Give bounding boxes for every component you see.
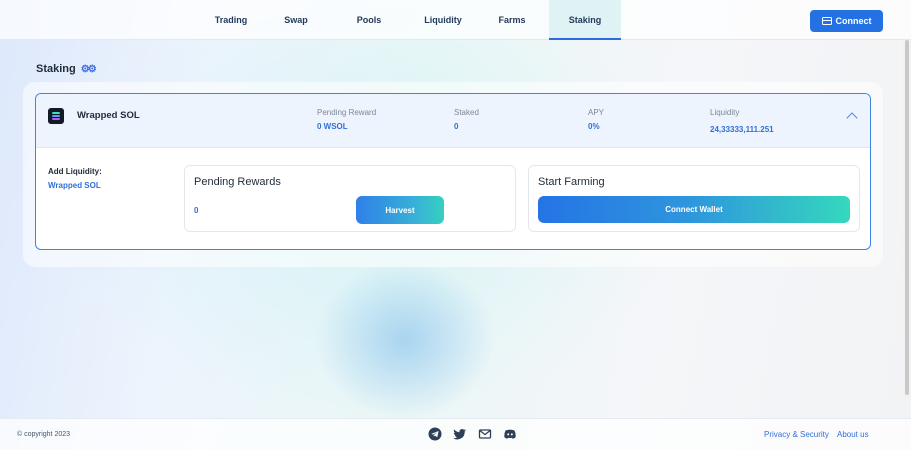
pending-reward-value: 0 WSOL [317, 122, 348, 131]
footer: © copyright 2023 Privacy & Security Abou… [0, 418, 911, 450]
privacy-security-link[interactable]: Privacy & Security [764, 430, 829, 439]
twitter-icon[interactable] [453, 427, 467, 441]
apy-value: 0% [588, 122, 600, 131]
pending-rewards-box: Pending Rewards 0 Harvest [184, 165, 516, 232]
chevron-up-icon[interactable] [846, 112, 858, 124]
add-liquidity-label: Add Liquidity: [48, 167, 102, 176]
nav-item-farms[interactable]: Farms [488, 0, 536, 40]
staked-value: 0 [454, 122, 459, 131]
wallet-icon [821, 17, 832, 25]
pool-card-header[interactable]: Wrapped SOL Pending Reward 0 WSOL Staked… [36, 94, 870, 148]
liquidity-value: 24,33333,111.251 [710, 125, 774, 134]
mail-icon[interactable] [478, 427, 492, 441]
scrollbar-thumb[interactable] [905, 40, 909, 395]
nav-item-trading[interactable]: Trading [205, 0, 257, 40]
pending-rewards-value: 0 [194, 206, 199, 215]
pending-rewards-title: Pending Rewards [194, 176, 281, 188]
pending-reward-label: Pending Reward [317, 108, 377, 117]
nav-item-liquidity[interactable]: Liquidity [413, 0, 473, 40]
about-us-link[interactable]: About us [837, 430, 869, 439]
gears-icon: ⚙⚙ [80, 63, 97, 75]
pool-card: Wrapped SOL Pending Reward 0 WSOL Staked… [35, 93, 871, 250]
add-liquidity-link[interactable]: Wrapped SOL [48, 181, 101, 190]
start-farming-box: Start Farming Connect Wallet [528, 165, 860, 232]
solana-logo-icon [48, 108, 64, 124]
copyright-text: © copyright 2023 [17, 431, 71, 438]
nav-item-staking[interactable]: Staking [549, 0, 621, 40]
harvest-button[interactable]: Harvest [356, 196, 444, 224]
page-title: Staking ⚙⚙ [36, 63, 97, 75]
connect-button[interactable]: Connect [810, 10, 883, 32]
staked-label: Staked [454, 108, 479, 117]
connect-button-label: Connect [835, 16, 872, 26]
connect-wallet-button[interactable]: Connect Wallet [538, 196, 850, 223]
nav-item-swap[interactable]: Swap [275, 0, 317, 40]
start-farming-title: Start Farming [538, 176, 605, 188]
page-title-text: Staking [36, 63, 76, 75]
top-navbar: Trading Swap Pools Liquidity Farms Staki… [0, 0, 911, 40]
token-name: Wrapped SOL [77, 110, 140, 121]
telegram-icon[interactable] [428, 427, 442, 441]
discord-icon[interactable] [503, 427, 517, 441]
liquidity-label: Liquidity [710, 108, 740, 117]
nav-item-pools[interactable]: Pools [345, 0, 393, 40]
apy-label: APY [588, 108, 605, 117]
